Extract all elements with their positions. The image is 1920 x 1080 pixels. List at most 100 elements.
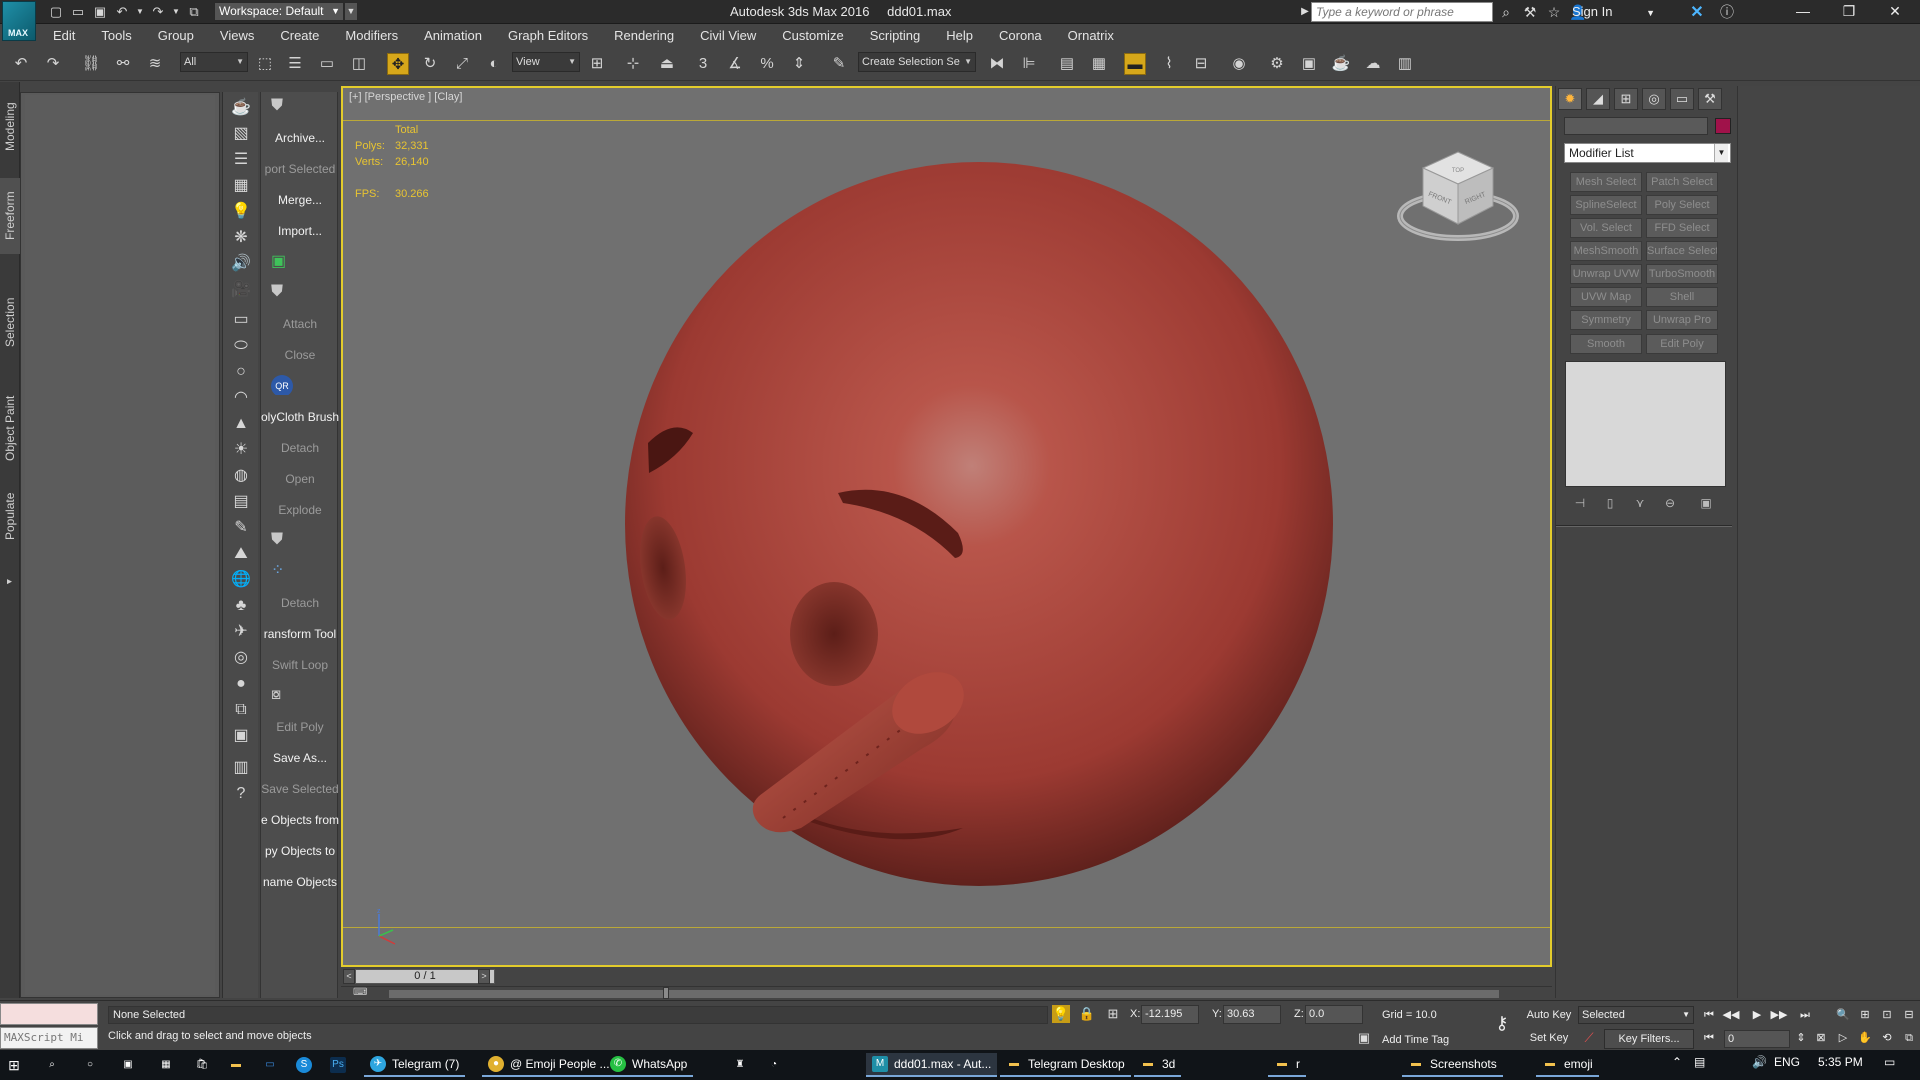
hierarchy-tab-icon[interactable]: ⊞ [1614, 88, 1638, 110]
menu-tools[interactable]: Tools [88, 28, 144, 43]
key-mode-icon[interactable]: ⚷ [1488, 1013, 1516, 1037]
zoom-extents-all-icon[interactable]: ⊟ [1900, 1006, 1918, 1024]
named-selection-dropdown[interactable]: Create Selection Se ▼ [858, 52, 976, 72]
maxscript-listener-pink[interactable] [0, 1003, 98, 1025]
search-input[interactable]: Type a keyword or phrase [1311, 2, 1493, 22]
clock[interactable]: 5:35 PM [1818, 1055, 1863, 1069]
tab-freeform[interactable]: Freeform [0, 178, 20, 254]
edit-named-selection-icon[interactable]: ✎ [828, 53, 850, 75]
menu-rendering[interactable]: Rendering [601, 28, 687, 43]
maxscript-mini-listener[interactable]: MAXScript Mi [0, 1027, 98, 1049]
key-filters-button[interactable]: Key Filters... [1604, 1029, 1694, 1049]
tab-object-paint[interactable]: Object Paint [0, 380, 20, 476]
taskbar-chrome[interactable]: ● @ Emoji People ... [482, 1053, 616, 1077]
render-iterative-icon[interactable]: ☁ [1362, 53, 1384, 75]
merge-button[interactable]: Merge... [261, 190, 339, 210]
tray-chevron-icon[interactable]: ⌃ [1672, 1055, 1682, 1069]
menu-graph-editors[interactable]: Graph Editors [495, 28, 601, 43]
taskbar-whatsapp[interactable]: ✆ WhatsApp [604, 1053, 694, 1077]
mesh-select-button[interactable]: Mesh Select [1570, 172, 1642, 192]
make-unique-icon[interactable]: ⋎ [1630, 496, 1650, 510]
undo-dropdown-icon[interactable]: ▼ [136, 4, 144, 20]
light-lister-icon[interactable]: 💡 [229, 200, 253, 224]
action-center-icon[interactable]: ▭ [1884, 1055, 1895, 1069]
task-view-icon[interactable]: ▣ [114, 1053, 142, 1077]
menu-ornatrix[interactable]: Ornatrix [1055, 28, 1127, 43]
desktop-icon[interactable]: ▭ [256, 1053, 284, 1077]
menu-group[interactable]: Group [145, 28, 207, 43]
transform-tool-button[interactable]: ransform Tool [261, 624, 339, 644]
play-icon[interactable]: ▶ [1748, 1006, 1766, 1024]
minimize-button[interactable]: — [1780, 0, 1826, 24]
smooth-button[interactable]: Smooth [1570, 334, 1642, 354]
taskbar-emoji-folder[interactable]: ▬ emoji [1536, 1053, 1599, 1077]
cone-icon[interactable]: ▲ [229, 412, 253, 436]
taskbar-folder-r[interactable]: ▬ r [1268, 1053, 1306, 1077]
orbit-icon[interactable]: ⟲ [1878, 1029, 1896, 1047]
track-bar[interactable]: ⌨ [341, 986, 1552, 1000]
taskbar-telegram[interactable]: ✈ Telegram (7) [364, 1053, 466, 1077]
zoom-all-icon[interactable]: ⊞ [1856, 1006, 1874, 1024]
rename-objects-button[interactable]: name Objects [261, 872, 339, 892]
project-folder-icon[interactable]: ⧉ [186, 4, 202, 20]
display-tab-icon[interactable]: ▭ [1670, 88, 1694, 110]
symmetry-button[interactable]: Symmetry [1570, 310, 1642, 330]
subscription-icon[interactable]: ⚒ [1521, 4, 1539, 21]
sun-icon[interactable]: ☀ [229, 438, 253, 462]
edit-poly-icon[interactable]: ⧇ [261, 685, 339, 705]
vol-select-button[interactable]: Vol. Select [1570, 218, 1642, 238]
select-and-scale-icon[interactable]: ⤢ [451, 53, 473, 75]
menu-civil-view[interactable]: Civil View [687, 28, 769, 43]
set-key-button[interactable]: Set Key [1524, 1028, 1574, 1048]
patch-select-button[interactable]: Patch Select [1646, 172, 1718, 192]
snaps-toggle-icon[interactable]: 3 [692, 53, 714, 75]
help-icon[interactable]: ? [229, 782, 253, 806]
search-expand-icon[interactable]: ▶ [1299, 2, 1311, 22]
key-mode-dropdown[interactable]: Selected ▼ [1578, 1006, 1694, 1024]
zoom-icon[interactable]: 🔍 [1834, 1006, 1852, 1024]
plane-icon[interactable]: ▭ [229, 308, 253, 332]
surface-select-button[interactable]: Surface Select [1646, 241, 1718, 261]
create-tab-icon[interactable]: ✹ [1558, 88, 1582, 110]
ffd-select-button[interactable]: FFD Select [1646, 218, 1718, 238]
menu-corona[interactable]: Corona [986, 28, 1055, 43]
tools-icon[interactable]: ▥ [229, 756, 253, 780]
previous-frame-button[interactable]: < [343, 969, 355, 984]
unwrap-pro-button[interactable]: Unwrap Pro [1646, 310, 1718, 330]
object-name-field[interactable] [1564, 117, 1708, 135]
shell-button[interactable]: Shell [1646, 287, 1718, 307]
track-bar-marker[interactable] [663, 987, 669, 999]
redo-icon[interactable]: ↷ [42, 53, 64, 75]
help-icon[interactable]: ⓘ ▾ [1720, 2, 1740, 38]
pivot-center-icon[interactable]: ⊞ [586, 53, 608, 75]
save-selected-button[interactable]: Save Selected [261, 779, 339, 799]
copy-icon[interactable]: ⧉ [229, 698, 253, 722]
menu-scripting[interactable]: Scripting [857, 28, 934, 43]
skype-icon[interactable]: S [290, 1053, 318, 1077]
spline-select-button[interactable]: SplineSelect [1570, 195, 1642, 215]
link-icon[interactable]: ⛓ [80, 53, 102, 75]
mountain-icon[interactable]: ⛰ [229, 542, 253, 566]
schematic-view-icon[interactable]: ⊟ [1190, 53, 1212, 75]
menu-modifiers[interactable]: Modifiers [332, 28, 411, 43]
track-bar-track[interactable] [389, 990, 1499, 998]
copy-objects-to-button[interactable]: py Objects to [261, 841, 339, 861]
detach-button-2[interactable]: Detach [261, 593, 339, 613]
search-icon[interactable]: ⌕ [38, 1053, 66, 1077]
field-of-view-icon[interactable]: ⊠ [1812, 1029, 1830, 1047]
menu-views[interactable]: Views [207, 28, 267, 43]
key-mode-toggle-icon[interactable]: ⏮ [1700, 1029, 1718, 1047]
file-explorer-icon[interactable]: ▬ [222, 1053, 250, 1077]
workspace-menu-button[interactable]: ▼ [344, 2, 358, 21]
windows-start-icon[interactable]: ⊞ [0, 1053, 28, 1077]
exchange-apps-icon[interactable]: ✕ [1687, 2, 1707, 22]
remove-modifier-icon[interactable]: ⊖ [1660, 496, 1680, 510]
tab-selection[interactable]: Selection [0, 284, 20, 360]
blue-sphere-icon[interactable]: ● [229, 672, 253, 696]
unlink-icon[interactable]: ⚯ [112, 53, 134, 75]
restore-button[interactable]: ❐ [1826, 0, 1872, 24]
open-button[interactable]: Open [261, 469, 339, 489]
poly-select-button[interactable]: Poly Select [1646, 195, 1718, 215]
shell-icon[interactable]: ◎ [229, 646, 253, 670]
camera-icon[interactable]: 🎥 [229, 278, 253, 302]
